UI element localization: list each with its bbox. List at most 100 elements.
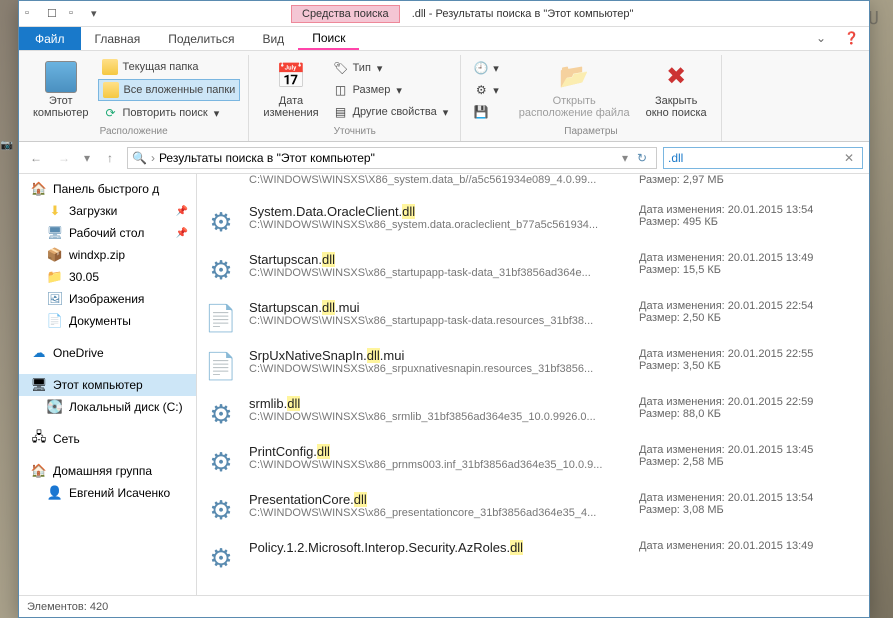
group-label: Уточнить bbox=[257, 123, 452, 141]
sidebar-network[interactable]: 🖧 Сеть bbox=[19, 428, 196, 450]
sidebar-item[interactable]: 🖼Изображения bbox=[19, 288, 196, 310]
recent-searches-button[interactable]: 🕘▾ bbox=[469, 58, 503, 78]
save-icon: 💾 bbox=[473, 104, 489, 120]
file-meta: Дата изменения: 20.01.2015 22:55 Размер:… bbox=[639, 348, 859, 384]
sidebar-homegroup[interactable]: 🏠 Домашняя группа bbox=[19, 460, 196, 482]
item-icon: 📁 bbox=[47, 269, 63, 285]
other-props-button[interactable]: ▤ Другие свойства▾ bbox=[329, 102, 453, 122]
sidebar-item[interactable]: 📁30.05 bbox=[19, 266, 196, 288]
file-tab[interactable]: Файл bbox=[19, 27, 81, 50]
file-meta: Дата изменения: 20.01.2015 13:49 Размер:… bbox=[639, 252, 859, 288]
props-icon: ▤ bbox=[333, 104, 349, 120]
sidebar-onedrive[interactable]: ☁ OneDrive bbox=[19, 342, 196, 364]
cloud-icon: ☁ bbox=[31, 345, 47, 361]
item-icon: 📦 bbox=[47, 247, 63, 263]
file-path: C:\WINDOWS\WINSXS\x86_srmlib_31bf3856ad3… bbox=[249, 411, 629, 423]
results-list[interactable]: C:\WINDOWS\WINSXS\X86_system.data_b//a5c… bbox=[197, 174, 869, 595]
address-input[interactable] bbox=[159, 151, 618, 165]
file-name: System.Data.OracleClient.dll bbox=[249, 204, 629, 219]
group-label: Расположение bbox=[27, 123, 240, 141]
all-subfolders-button[interactable]: Все вложенные папки bbox=[98, 79, 240, 101]
file-path: C:\WINDOWS\WINSXS\x86_srpuxnativesnapin.… bbox=[249, 363, 629, 375]
folders-icon bbox=[103, 82, 119, 98]
result-row[interactable]: PresentationCore.dll C:\WINDOWS\WINSXS\x… bbox=[197, 486, 869, 534]
result-row[interactable]: srmlib.dll C:\WINDOWS\WINSXS\x86_srmlib_… bbox=[197, 390, 869, 438]
current-folder-button[interactable]: Текущая папка bbox=[98, 57, 240, 77]
result-row[interactable]: C:\WINDOWS\WINSXS\X86_system.data_b//a5c… bbox=[197, 174, 869, 198]
sidebar-this-pc[interactable]: 🖥 Этот компьютер bbox=[19, 374, 196, 396]
sidebar-item[interactable]: ⬇Загрузки📌 bbox=[19, 200, 196, 222]
content-area: 🏠 Панель быстрого д ⬇Загрузки📌🖥Рабочий с… bbox=[19, 174, 869, 595]
tab-share[interactable]: Поделиться bbox=[154, 27, 248, 50]
file-meta: Дата изменения: 20.01.2015 13:54 Размер:… bbox=[639, 492, 859, 528]
result-row[interactable]: SrpUxNativeSnapIn.dll.mui C:\WINDOWS\WIN… bbox=[197, 342, 869, 390]
calendar-icon: 📅 bbox=[275, 61, 307, 93]
size-button[interactable]: ◫ Размер▾ bbox=[329, 80, 453, 100]
refresh-button[interactable]: ↻ bbox=[632, 151, 652, 165]
gear-icon bbox=[203, 540, 239, 576]
tab-view[interactable]: Вид bbox=[248, 27, 298, 50]
file-path: C:\WINDOWS\WINSXS\x86_startupapp-task-da… bbox=[249, 315, 629, 327]
qat-newfolder-icon[interactable]: ▫ bbox=[69, 7, 83, 21]
page-icon bbox=[203, 348, 239, 384]
tab-home[interactable]: Главная bbox=[81, 27, 155, 50]
file-path: C:\WINDOWS\WINSXS\x86_prnms003.inf_31bf3… bbox=[249, 459, 629, 471]
sidebar-item[interactable]: 🖥Рабочий стол📌 bbox=[19, 222, 196, 244]
folder-icon bbox=[102, 59, 118, 75]
result-row[interactable]: PrintConfig.dll C:\WINDOWS\WINSXS\x86_pr… bbox=[197, 438, 869, 486]
recent-icon: 🕘 bbox=[473, 60, 489, 76]
app-icon: ▫ bbox=[25, 7, 39, 21]
result-row[interactable]: Startupscan.dll C:\WINDOWS\WINSXS\x86_st… bbox=[197, 246, 869, 294]
date-modified-button[interactable]: 📅 Дата изменения bbox=[257, 57, 324, 123]
file-name: SrpUxNativeSnapIn.dll.mui bbox=[249, 348, 629, 363]
sidebar-quick-access[interactable]: 🏠 Панель быстрого д bbox=[19, 178, 196, 200]
ribbon-collapse-icon[interactable]: ⌄ bbox=[808, 27, 834, 50]
type-button[interactable]: 🏷 Тип▾ bbox=[329, 58, 453, 78]
item-icon: 📄 bbox=[47, 313, 63, 329]
result-row[interactable]: System.Data.OracleClient.dll C:\WINDOWS\… bbox=[197, 198, 869, 246]
qat: ▫ ☐ ▫ ▾ bbox=[19, 7, 111, 21]
pc-icon: 🖥 bbox=[31, 377, 47, 393]
gear-icon bbox=[203, 444, 239, 480]
sidebar-local-disk[interactable]: 💽 Локальный диск (C:) bbox=[19, 396, 196, 418]
file-meta: Дата изменения: 20.01.2015 13:45 Размер:… bbox=[639, 444, 859, 480]
advanced-options-button[interactable]: ⚙▾ bbox=[469, 80, 503, 100]
pin-icon: 📌 bbox=[176, 206, 188, 217]
file-path: C:\WINDOWS\WINSXS\x86_startupapp-task-da… bbox=[249, 267, 629, 279]
monitor-icon bbox=[45, 61, 77, 93]
file-meta: Дата изменения: 20.01.2015 13:49 bbox=[639, 540, 859, 576]
back-button[interactable]: ← bbox=[25, 147, 47, 169]
history-dropdown[interactable]: ▾ bbox=[81, 147, 93, 169]
close-search-button[interactable]: ✖ Закрыть окно поиска bbox=[640, 57, 713, 123]
disk-icon: 💽 bbox=[47, 399, 63, 415]
search-input[interactable] bbox=[668, 151, 840, 165]
save-search-button[interactable]: 💾 bbox=[469, 102, 503, 122]
open-location-button[interactable]: 📂 Открыть расположение файла bbox=[513, 57, 636, 123]
sidebar-user[interactable]: 👤 Евгений Исаченко bbox=[19, 482, 196, 504]
qat-properties-icon[interactable]: ☐ bbox=[47, 7, 61, 21]
sidebar-item[interactable]: 📄Документы bbox=[19, 310, 196, 332]
file-icon bbox=[203, 174, 239, 192]
desktop-icon[interactable]: 📷 bbox=[0, 140, 14, 151]
sidebar-item[interactable]: 📦windxp.zip bbox=[19, 244, 196, 266]
search-field[interactable]: ✕ bbox=[663, 147, 863, 169]
qat-dropdown-icon[interactable]: ▾ bbox=[91, 7, 105, 21]
group-label: Параметры bbox=[469, 123, 712, 141]
up-button[interactable]: ↑ bbox=[99, 147, 121, 169]
result-row[interactable]: Startupscan.dll.mui C:\WINDOWS\WINSXS\x8… bbox=[197, 294, 869, 342]
explorer-window: ▫ ☐ ▫ ▾ Средства поиска .dll - Результат… bbox=[18, 0, 870, 618]
size-icon: ◫ bbox=[333, 82, 349, 98]
help-icon[interactable]: ❓ bbox=[834, 27, 869, 50]
tab-search[interactable]: Поиск bbox=[298, 27, 359, 50]
result-row[interactable]: Policy.1.2.Microsoft.Interop.Security.Az… bbox=[197, 534, 869, 582]
file-name: Startupscan.dll bbox=[249, 252, 629, 267]
repeat-search-button[interactable]: ⟳ Повторить поиск▾ bbox=[98, 103, 240, 123]
address-field[interactable]: 🔍 › ▾ ↻ bbox=[127, 147, 657, 169]
clear-search-icon[interactable]: ✕ bbox=[840, 151, 858, 165]
file-meta: Дата изменения: 20.01.2015 13:54 Размер:… bbox=[639, 204, 859, 240]
this-pc-button[interactable]: Этот компьютер bbox=[27, 57, 94, 123]
file-path: C:\WINDOWS\WINSXS\X86_system.data_b//a5c… bbox=[249, 174, 629, 186]
search-icon: 🔍 bbox=[132, 151, 147, 165]
ribbon-group-params: 🕘▾ ⚙▾ 💾 📂 Открыть расположение файла ✖ З… bbox=[461, 55, 721, 141]
forward-button[interactable]: → bbox=[53, 147, 75, 169]
